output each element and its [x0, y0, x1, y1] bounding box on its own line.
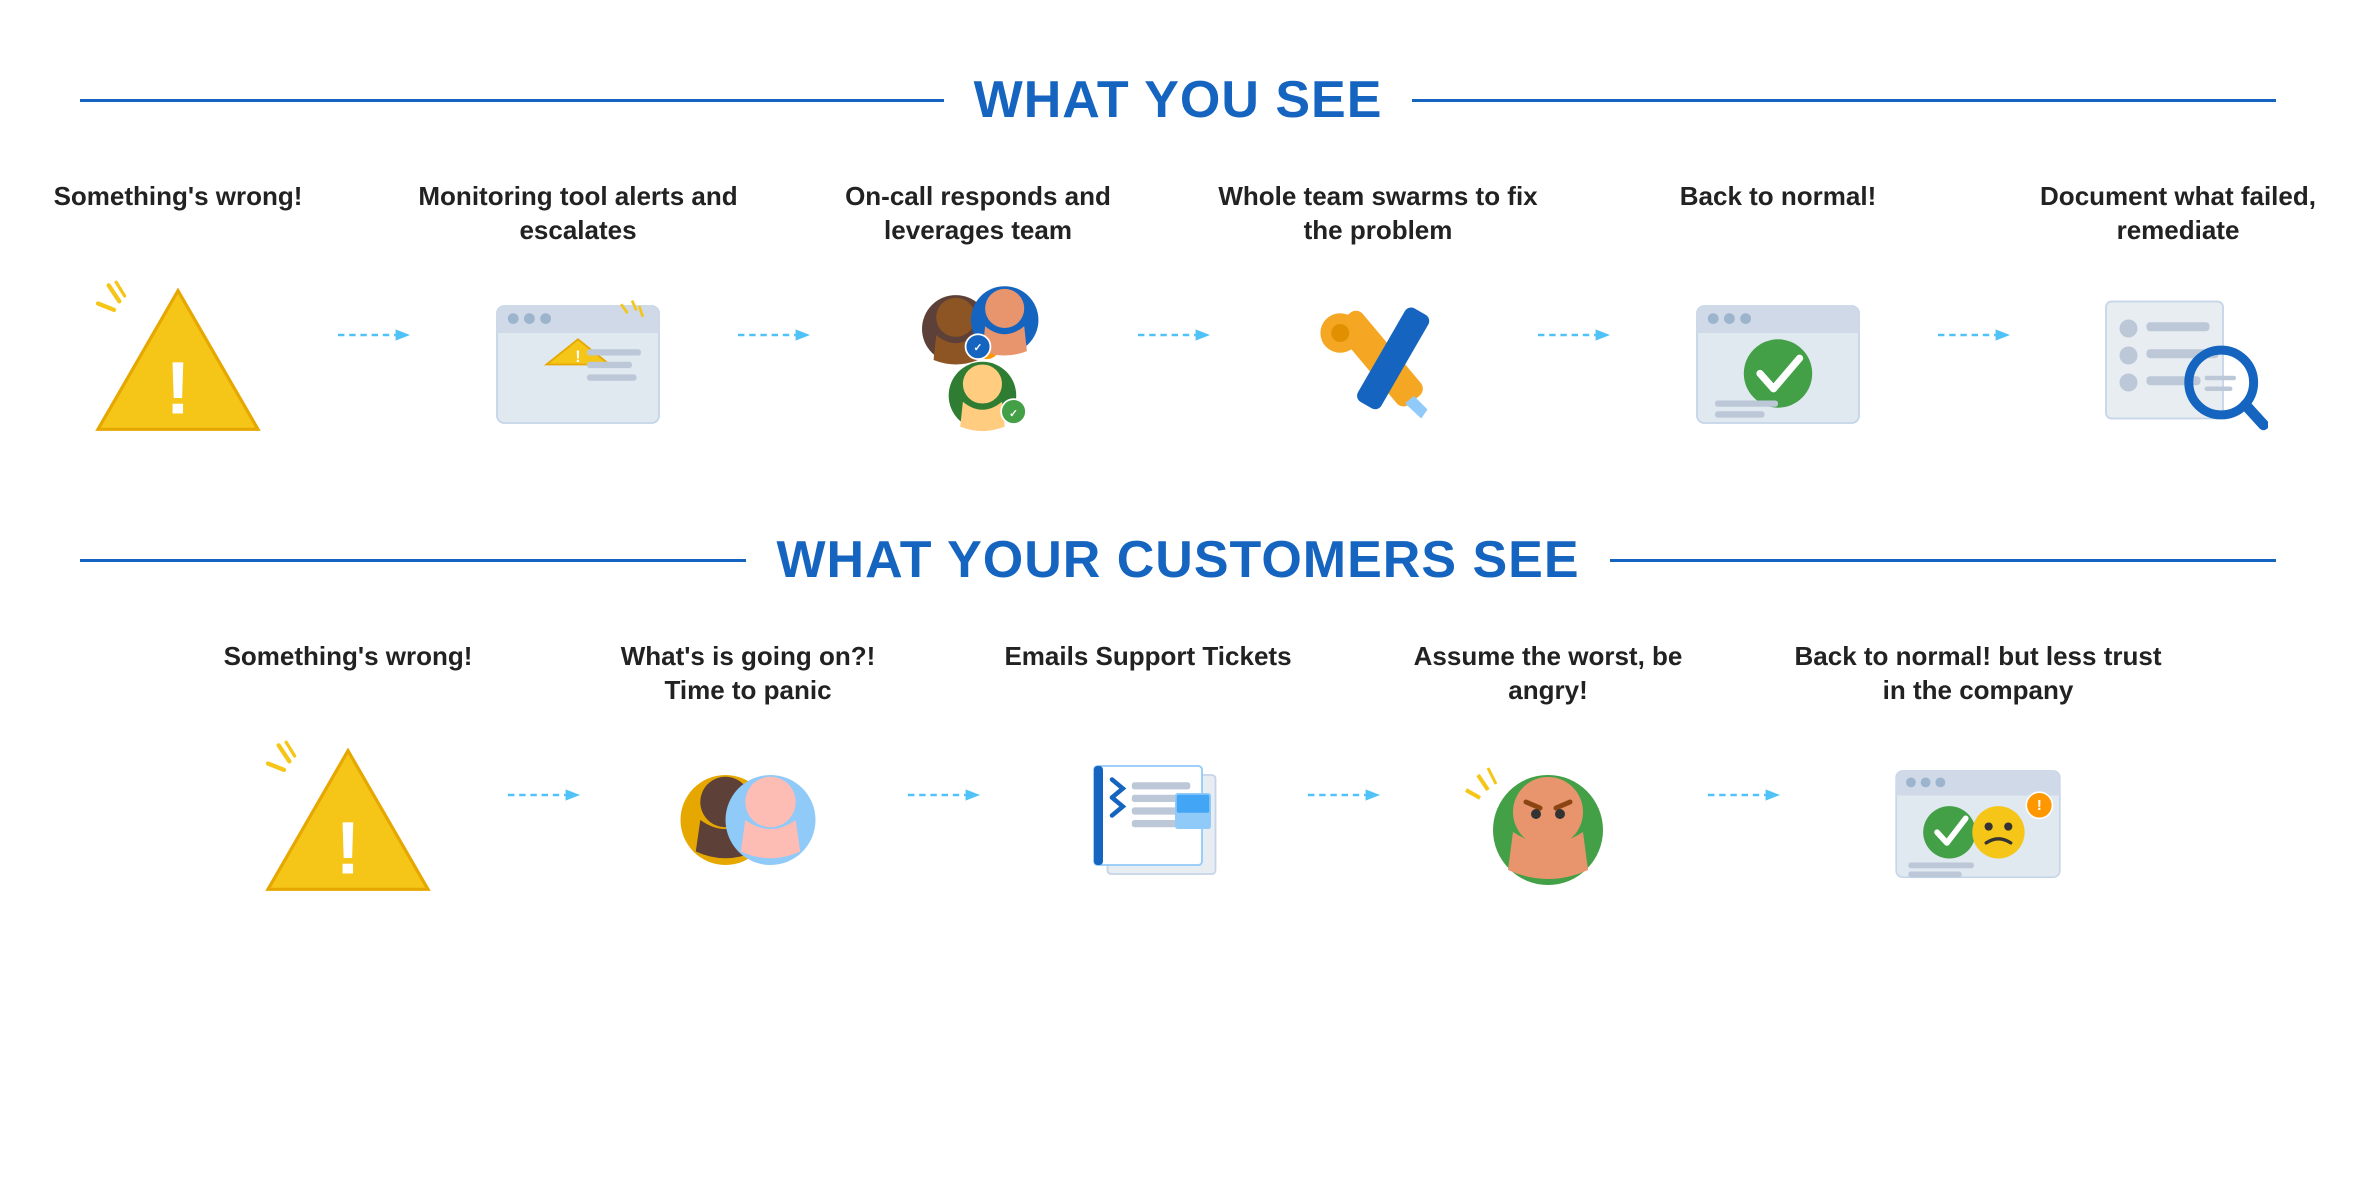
s1-item3: On-call responds and leverages team ★: [818, 180, 1138, 440]
s2-item4-label: Assume the worst, be angry!: [1388, 640, 1708, 730]
section-what-you-see: WHAT YOU SEE Something's wrong! !: [80, 40, 2276, 440]
s2-item2-label: What's is going on?! Time to panic: [588, 640, 908, 730]
arrow3: [1138, 180, 1218, 350]
arrow-s2-4: [1708, 640, 1788, 810]
section-what-customers-see: WHAT YOUR CUSTOMERS SEE Something's wron…: [80, 500, 2276, 900]
page-container: WHAT YOU SEE Something's wrong! !: [0, 0, 2356, 940]
arrow5: [1938, 180, 2018, 350]
s2-item1-label: Something's wrong!: [224, 640, 473, 730]
svg-text:✓: ✓: [1009, 408, 1018, 420]
section1-flow: Something's wrong! !: [80, 180, 2276, 440]
header-line-left: [80, 99, 944, 102]
arrow2: [738, 180, 818, 350]
s2-item1: Something's wrong! !: [188, 640, 508, 900]
svg-text:!: !: [2037, 798, 2042, 814]
s2-item2-icon: [658, 740, 838, 900]
s2-item3-label: Emails Support Tickets: [1004, 640, 1291, 730]
arrow-s2-1: [508, 640, 588, 810]
s1-item2-label: Monitoring tool alerts and escalates: [418, 180, 738, 270]
svg-text:!: !: [166, 345, 191, 429]
s2-item4-icon: [1458, 740, 1638, 900]
arrow-s2-3: [1308, 640, 1388, 810]
s1-item2-icon: !: [488, 280, 668, 440]
header-line-right: [1412, 99, 2276, 102]
s2-item5-icon: !: [1888, 740, 2068, 900]
section1-header: WHAT YOU SEE: [80, 70, 2276, 130]
s1-item4-label: Whole team swarms to fix the problem: [1218, 180, 1538, 270]
s1-item3-icon: ★ ✓ ✓: [888, 280, 1068, 440]
section2-flow: Something's wrong! !: [80, 640, 2276, 900]
s1-item6: Document what failed, remediate: [2018, 180, 2338, 440]
s1-item6-label: Document what failed, remediate: [2018, 180, 2338, 270]
s2-item5: Back to normal! but less trust in the co…: [1788, 640, 2168, 900]
s1-item5-icon: [1688, 280, 1868, 440]
s2-item1-icon: !: [258, 740, 438, 900]
s1-item1: Something's wrong! !: [18, 180, 338, 440]
s1-item4-icon: [1288, 280, 1468, 440]
section1-title: WHAT YOU SEE: [974, 70, 1383, 130]
svg-text:✓: ✓: [974, 342, 983, 354]
s2-item3-icon: [1058, 740, 1238, 900]
s1-item5-label: Back to normal!: [1680, 180, 1877, 270]
section2-title: WHAT YOUR CUSTOMERS SEE: [776, 530, 1579, 590]
arrow4: [1538, 180, 1618, 350]
s2-item5-label: Back to normal! but less trust in the co…: [1788, 640, 2168, 730]
s1-item5: Back to normal!: [1618, 180, 1938, 440]
svg-text:!: !: [336, 805, 361, 889]
s1-item2: Monitoring tool alerts and escalates !: [418, 180, 738, 440]
s1-item1-label: Something's wrong!: [54, 180, 303, 270]
s2-item4: Assume the worst, be angry!: [1388, 640, 1708, 900]
header2-line-left: [80, 559, 746, 562]
s1-item1-icon: !: [88, 280, 268, 440]
section2-header: WHAT YOUR CUSTOMERS SEE: [80, 530, 2276, 590]
svg-text:!: !: [575, 348, 580, 366]
arrow-s2-2: [908, 640, 988, 810]
header2-line-right: [1610, 559, 2276, 562]
arrow1: [338, 180, 418, 350]
s1-item3-label: On-call responds and leverages team: [818, 180, 1138, 270]
s2-item2: What's is going on?! Time to panic: [588, 640, 908, 900]
s1-item6-icon: [2088, 280, 2268, 440]
s1-item4: Whole team swarms to fix the problem: [1218, 180, 1538, 440]
s2-item3: Emails Support Tickets: [988, 640, 1308, 900]
